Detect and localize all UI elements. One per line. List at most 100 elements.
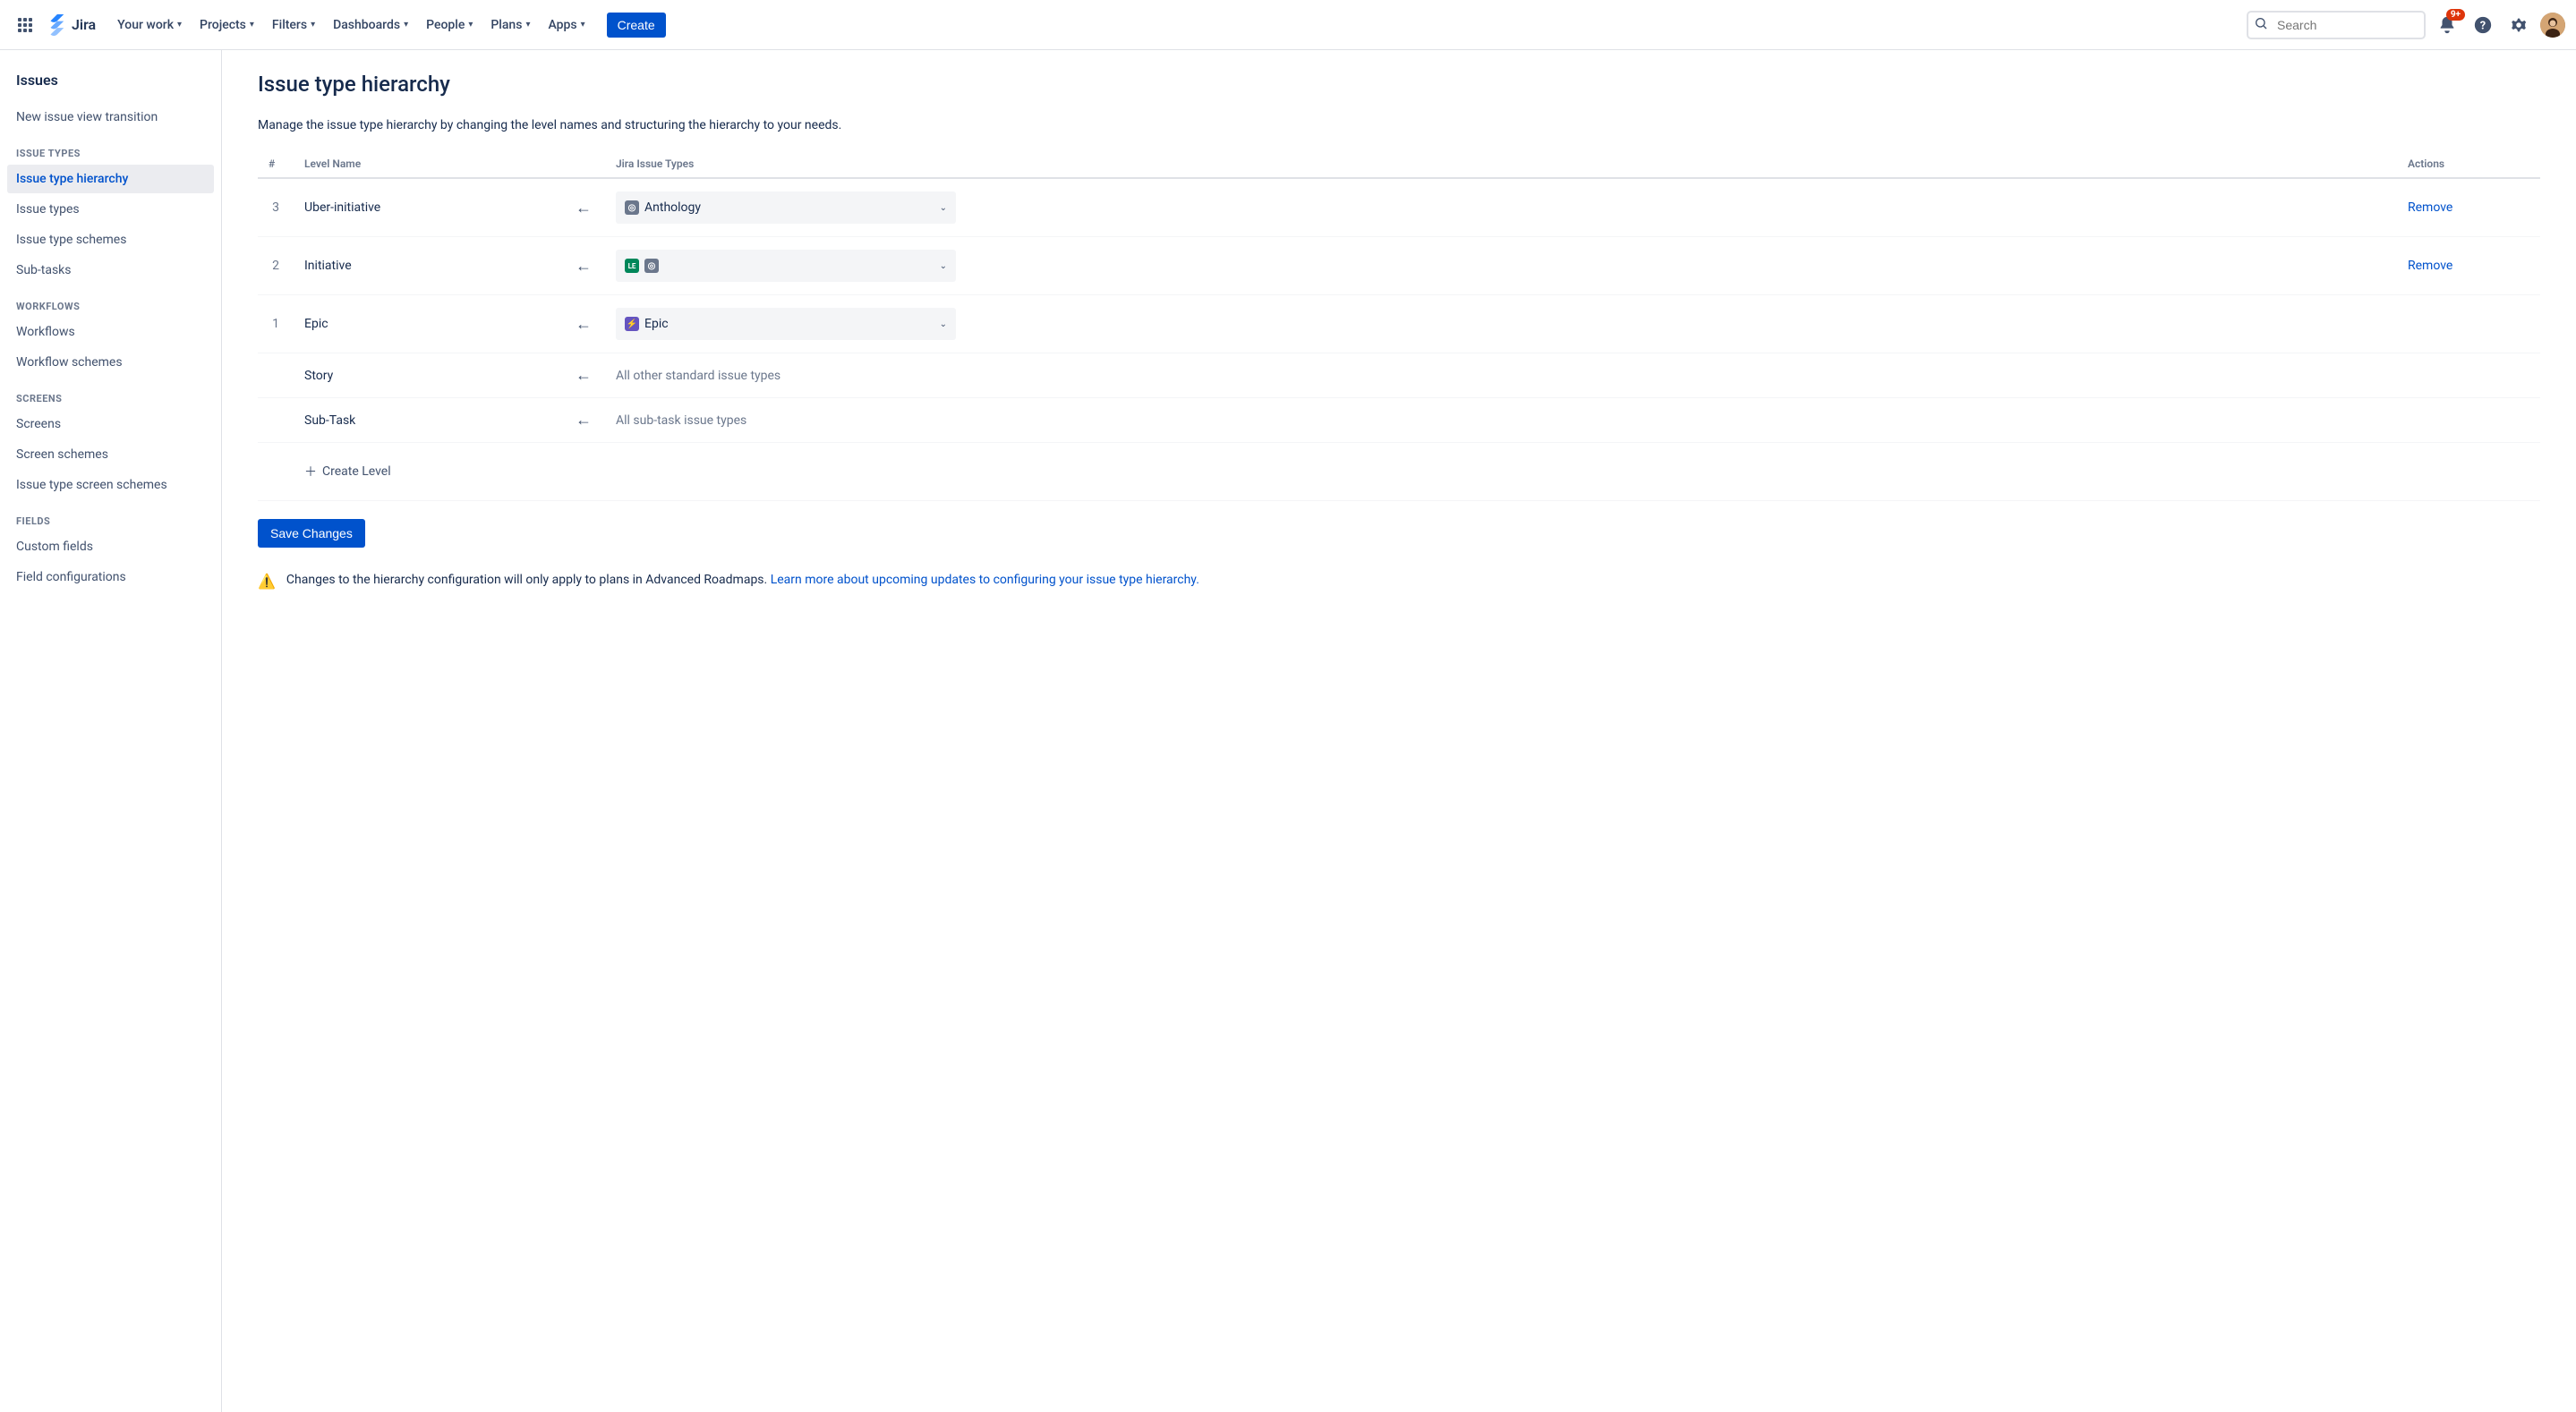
plus-icon: ＋: [304, 463, 317, 481]
issue-type-name: Anthology: [644, 200, 701, 215]
hierarchy-table: # Level Name Jira Issue Types Actions 3U…: [258, 150, 2540, 501]
issue-type-select[interactable]: ⚡Epic⌄: [616, 308, 956, 340]
remove-button[interactable]: Remove: [2408, 200, 2452, 215]
row-num: 2: [258, 237, 294, 295]
warning-link[interactable]: Learn more about upcoming updates to con…: [771, 573, 1199, 587]
topnav-right: 9+ ?: [2247, 11, 2565, 39]
nav-item-people[interactable]: People▾: [419, 14, 480, 36]
sidebar-item-issue-type-schemes[interactable]: Issue type schemes: [7, 225, 214, 254]
level-name[interactable]: Uber-initiative: [294, 178, 562, 237]
chevron-down-icon: ▾: [177, 20, 182, 30]
col-header-types: Jira Issue Types: [605, 150, 2397, 178]
save-changes-button[interactable]: Save Changes: [258, 519, 365, 548]
issue-type-select[interactable]: ◎ Anthology ⌄: [616, 191, 956, 224]
col-header-num: #: [258, 150, 294, 178]
chevron-down-icon: ▾: [581, 20, 585, 30]
sidebar-item-issue-type-screen-schemes[interactable]: Issue type screen schemes: [7, 471, 214, 499]
create-level-label: Create Level: [322, 464, 391, 479]
arrow-left-icon[interactable]: ←: [576, 199, 592, 217]
layout: Issues New issue view transition Issue t…: [0, 50, 2576, 1412]
actions-cell: [2397, 295, 2540, 353]
issue-types-cell: All sub-task issue types: [605, 398, 2397, 443]
search-input[interactable]: [2247, 11, 2426, 39]
jira-logo[interactable]: Jira: [47, 14, 96, 36]
nav-item-label: Plans: [490, 18, 522, 32]
create-level-button[interactable]: ＋ Create Level: [304, 455, 391, 488]
table-row: 2Initiative←LE◎⌄Remove: [258, 237, 2540, 295]
level-name[interactable]: Sub-Task: [294, 398, 562, 443]
notification-badge: 9+: [2446, 9, 2465, 21]
nav-item-your-work[interactable]: Your work▾: [110, 14, 189, 36]
level-name[interactable]: Initiative: [294, 237, 562, 295]
col-header-arrow: [562, 150, 605, 178]
actions-cell: [2397, 398, 2540, 443]
search-box: [2247, 11, 2426, 39]
sidebar-item-workflows[interactable]: Workflows: [7, 318, 214, 346]
nav-item-dashboards[interactable]: Dashboards ▾: [326, 14, 415, 36]
chevron-down-icon: ▾: [311, 20, 315, 30]
nav-menu: Your work▾Projects▾Filters▾Dashboards▾Pe…: [110, 14, 592, 36]
sidebar-item-issue-type-hierarchy[interactable]: Issue type hierarchy: [7, 165, 214, 193]
nav-item-apps[interactable]: Apps ▾: [541, 14, 592, 36]
col-header-actions: Actions: [2397, 150, 2540, 178]
chevron-down-icon: ▾: [525, 20, 530, 30]
arrow-left-icon[interactable]: ←: [576, 366, 592, 385]
sidebar-group-fields: Fields: [7, 501, 214, 532]
topnav-left: Jira Your work▾Projects▾Filters▾Dashboar…: [11, 11, 666, 39]
sidebar-heading: Issues: [7, 72, 214, 103]
app-switcher-icon[interactable]: [11, 11, 39, 39]
user-avatar[interactable]: [2540, 13, 2565, 38]
issue-type-badge-icon: ◎: [644, 259, 659, 273]
sidebar-group-screens: Screens: [7, 379, 214, 410]
help-icon[interactable]: ?: [2469, 11, 2497, 39]
sidebar-item-custom-fields[interactable]: Custom fields: [7, 532, 214, 561]
product-name: Jira: [72, 16, 96, 33]
issue-types-static: All other standard issue types: [616, 369, 780, 383]
issue-type-badge-icon: ◎: [625, 200, 639, 215]
chevron-down-icon: ⌄: [940, 203, 947, 213]
chevron-down-icon: ▾: [468, 20, 473, 30]
sidebar-item-workflow-schemes[interactable]: Workflow schemes: [7, 348, 214, 377]
sidebar-item-screen-schemes[interactable]: Screen schemes: [7, 440, 214, 469]
settings-icon[interactable]: [2504, 11, 2533, 39]
actions-cell: Remove: [2397, 237, 2540, 295]
arrow-left-icon[interactable]: ←: [576, 257, 592, 276]
remove-button[interactable]: Remove: [2408, 259, 2452, 273]
table-row: 1Epic←⚡Epic⌄: [258, 295, 2540, 353]
svg-text:?: ?: [2480, 19, 2486, 32]
nav-item-label: Projects: [200, 18, 246, 32]
row-num: 3: [258, 178, 294, 237]
notifications-icon[interactable]: 9+: [2433, 11, 2461, 39]
level-name[interactable]: Epic: [294, 295, 562, 353]
issue-types-cell: LE◎⌄: [605, 237, 2397, 295]
chevron-down-icon: ▾: [250, 20, 254, 30]
arrow-left-icon[interactable]: ←: [576, 411, 592, 430]
warning-banner: ⚠️ Changes to the hierarchy configuratio…: [258, 573, 2540, 590]
nav-item-label: Apps: [548, 18, 576, 32]
issue-types-static: All sub-task issue types: [616, 413, 746, 428]
sidebar-item-issue-types[interactable]: Issue types: [7, 195, 214, 224]
col-header-name: Level Name: [294, 150, 562, 178]
chevron-down-icon: ▾: [404, 20, 408, 30]
level-name[interactable]: Story: [294, 353, 562, 398]
sidebar-item-sub-tasks[interactable]: Sub-tasks: [7, 256, 214, 285]
actions-cell: [2397, 353, 2540, 398]
nav-item-label: Your work: [117, 18, 174, 32]
chevron-down-icon: ⌄: [940, 261, 947, 271]
row-num: [258, 353, 294, 398]
nav-item-projects[interactable]: Projects ▾: [192, 14, 261, 36]
nav-item-label: Dashboards: [333, 18, 400, 32]
nav-item-plans[interactable]: Plans▾: [483, 14, 537, 36]
issue-type-badge-icon: ⚡: [625, 317, 639, 331]
page-subtitle: Manage the issue type hierarchy by chang…: [258, 118, 2540, 132]
create-button[interactable]: Create: [607, 13, 666, 38]
issue-type-select[interactable]: LE◎⌄: [616, 250, 956, 282]
nav-item-filters[interactable]: Filters▾: [265, 14, 322, 36]
top-nav: Jira Your work▾Projects▾Filters▾Dashboar…: [0, 0, 2576, 50]
sidebar-item-screens[interactable]: Screens: [7, 410, 214, 438]
page-title: Issue type hierarchy: [258, 72, 2540, 97]
sidebar-group-workflows: Workflows: [7, 286, 214, 318]
arrow-left-icon[interactable]: ←: [576, 315, 592, 334]
sidebar-link-new-issue-view-transition[interactable]: New issue view transition: [7, 103, 214, 132]
sidebar-item-field-configurations[interactable]: Field configurations: [7, 563, 214, 591]
